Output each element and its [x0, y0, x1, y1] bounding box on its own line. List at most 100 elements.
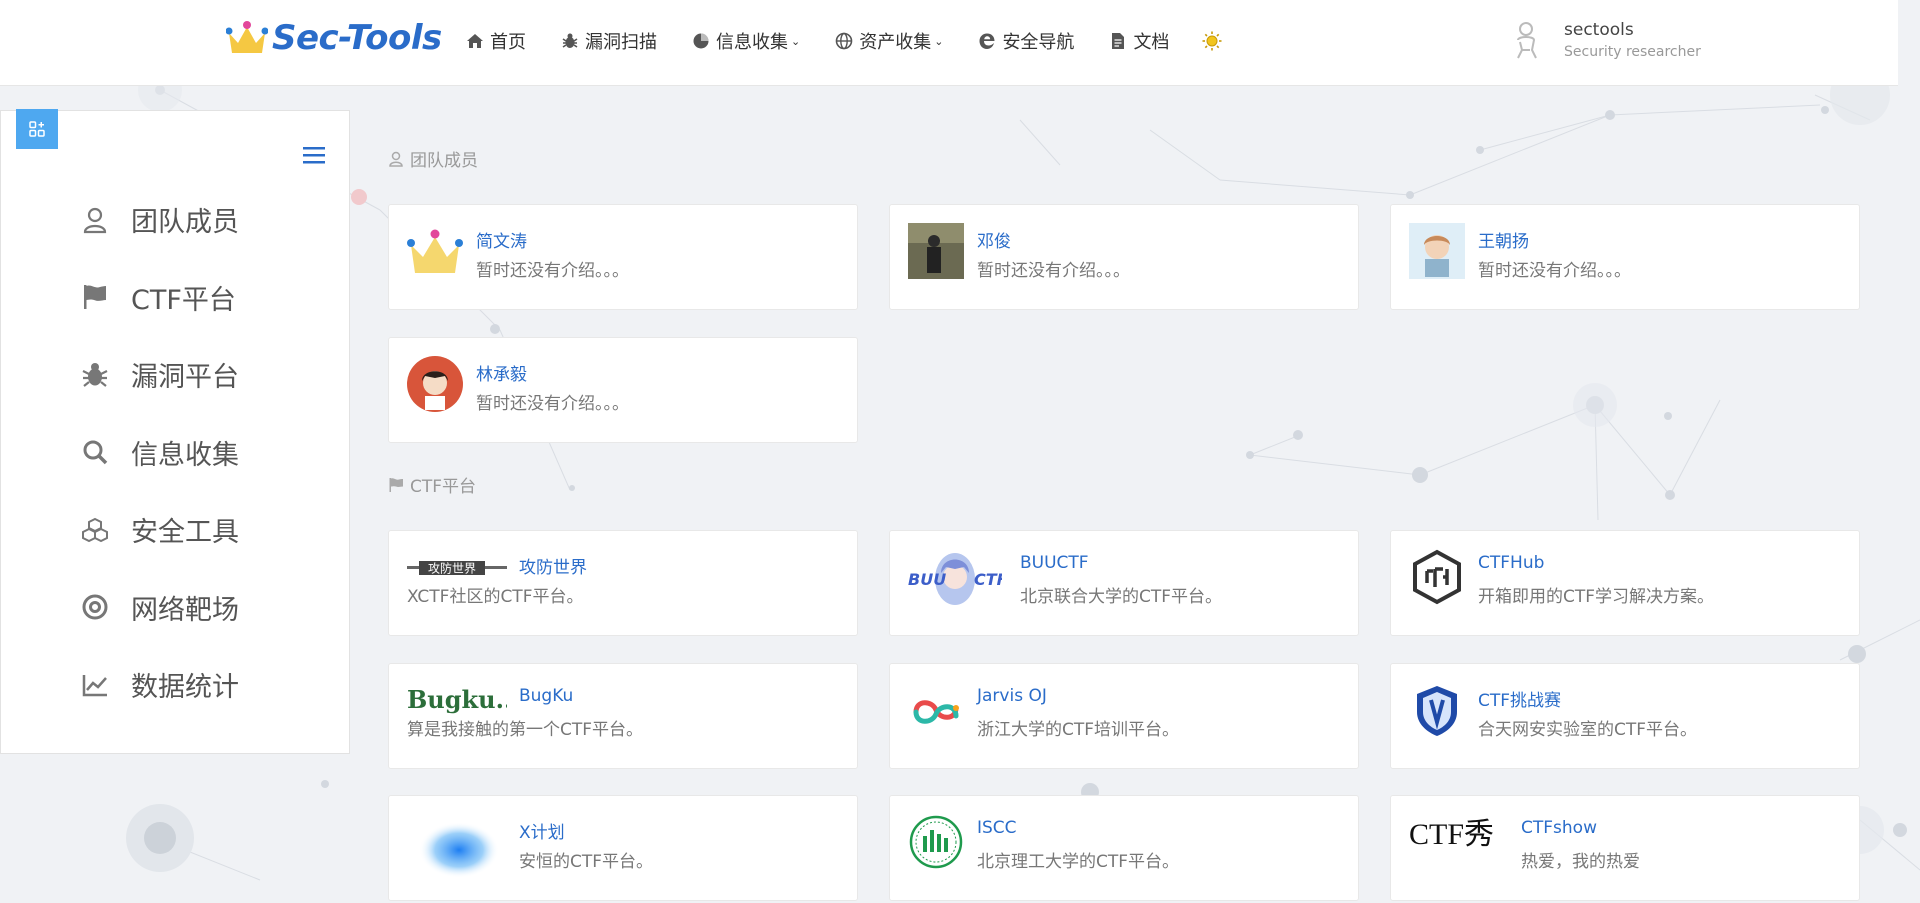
sidebar-item-label: 团队成员 [131, 207, 239, 239]
site-desc: 安恒的CTF平台。 [519, 852, 654, 872]
chevron-down-icon: ⌄ [791, 34, 801, 48]
sidebar-item-stats[interactable]: 数据统计 [81, 646, 239, 724]
search-icon [81, 438, 109, 466]
section-title-team: 团队成员 [388, 146, 478, 171]
bug-icon [81, 361, 109, 389]
bugku-logo: Bugku... [407, 685, 507, 714]
xctf-logo: 攻防世界 [407, 561, 507, 576]
sidebar-item-range[interactable]: 网络靶场 [81, 569, 239, 647]
member-desc: 暂时还没有介绍。。。 [476, 394, 629, 414]
member-name: 林承毅 [476, 365, 527, 385]
nav-info-gather[interactable]: 信息收集 ⌄ [692, 28, 800, 54]
nav-docs[interactable]: 文档 [1109, 28, 1169, 54]
user-name: sectools [1564, 20, 1634, 40]
theme-toggle[interactable] [1202, 31, 1222, 51]
section-title-ctf: CTF平台 [388, 472, 476, 497]
site-desc: 开箱即用的CTF学习解决方案。 [1478, 587, 1715, 607]
member-avatar [407, 229, 463, 273]
site-logo[interactable]: Sec-Tools [226, 16, 442, 60]
nav-asset-gather-label: 资产收集 [859, 32, 932, 53]
site-card[interactable]: ISCC 北京理工大学的CTF平台。 [889, 795, 1359, 901]
sidebar-item-label: 安全工具 [131, 517, 239, 549]
site-card[interactable]: Jarvis OJ 浙江大学的CTF培训平台。 [889, 663, 1359, 769]
chart-icon [81, 671, 109, 699]
cubes-icon [81, 516, 109, 544]
sidebar-menu: 团队成员 CTF平台 漏洞平台 信息收集 安全工具 网络靶场 数据统计 [81, 181, 239, 724]
site-desc: 算是我接触的第一个CTF平台。 [407, 720, 644, 740]
sidebar-item-team[interactable]: 团队成员 [81, 181, 239, 259]
member-name: 简文涛 [476, 232, 527, 252]
nav-home[interactable]: 首页 [466, 28, 526, 54]
main-nav: 首页 漏洞扫描 信息收集 ⌄ 资产收集 ⌄ 安全导航 文档 [466, 28, 1257, 54]
site-name: BugKu [519, 686, 574, 706]
user-profile[interactable]: sectools Security researcher [1510, 20, 1701, 60]
nav-security-nav-label: 安全导航 [1002, 32, 1075, 53]
site-card[interactable]: CTFHub 开箱即用的CTF学习解决方案。 [1390, 530, 1860, 636]
sidebar-item-label: 数据统计 [131, 672, 239, 704]
nav-asset-gather[interactable]: 资产收集 ⌄ [835, 28, 943, 54]
nav-vuln-scan-label: 漏洞扫描 [585, 32, 657, 53]
globe-pie-icon [692, 32, 710, 50]
member-card[interactable]: 王朝扬 暂时还没有介绍。。。 [1390, 204, 1860, 310]
menu-icon[interactable] [301, 144, 327, 166]
ctfshow-logo: CTF秀 [1409, 818, 1494, 851]
site-card[interactable]: X计划 安恒的CTF平台。 [388, 795, 858, 901]
site-desc: 热爱，我的热爱 [1521, 852, 1640, 872]
member-avatar [407, 356, 463, 412]
sun-icon [1202, 31, 1222, 51]
sidebar-item-label: 网络靶场 [131, 594, 239, 626]
logo-text: Sec-Tools [272, 18, 442, 58]
sidebar-apps-button[interactable] [16, 109, 58, 149]
section-title-text: 团队成员 [410, 151, 478, 171]
member-card[interactable]: 简文涛 暂时还没有介绍。。。 [388, 204, 858, 310]
nav-home-label: 首页 [490, 32, 526, 53]
site-card[interactable]: Bugku... BugKu 算是我接触的第一个CTF平台。 [388, 663, 858, 769]
crown-icon [226, 21, 268, 53]
target-icon [81, 593, 109, 621]
hetian-shield-logo [1417, 686, 1457, 736]
flag-icon [388, 477, 404, 493]
site-name: CTFshow [1521, 818, 1597, 838]
svg-text:CTF: CTF [974, 570, 1002, 589]
site-name: CTF挑战赛 [1478, 691, 1562, 711]
site-card[interactable]: CTF挑战赛 合天网安实验室的CTF平台。 [1390, 663, 1860, 769]
member-card[interactable]: 林承毅 暂时还没有介绍。。。 [388, 337, 858, 443]
member-avatar [1409, 223, 1465, 279]
chevron-down-icon: ⌄ [934, 34, 944, 48]
site-name: X计划 [519, 823, 565, 843]
svg-text:CTF秀: CTF秀 [1409, 818, 1494, 851]
bug-icon [561, 32, 579, 50]
site-desc: XCTF社区的CTF平台。 [407, 587, 584, 607]
site-desc: 浙江大学的CTF培训平台。 [977, 720, 1180, 740]
site-name: Jarvis OJ [977, 686, 1047, 706]
buuctf-logo: BUU CTF [908, 553, 1002, 605]
site-card[interactable]: CTF秀 CTFshow 热爱，我的热爱 [1390, 795, 1860, 901]
site-name: ISCC [977, 818, 1017, 838]
site-name: CTFHub [1478, 553, 1545, 573]
site-card[interactable]: 攻防世界 攻防世界 XCTF社区的CTF平台。 [388, 530, 858, 636]
member-desc: 暂时还没有介绍。。。 [1478, 261, 1631, 281]
member-desc: 暂时还没有介绍。。。 [476, 261, 629, 281]
avatar [1517, 22, 1537, 59]
nav-security-nav[interactable]: 安全导航 [978, 28, 1074, 54]
member-card[interactable]: 邓俊 暂时还没有介绍。。。 [889, 204, 1359, 310]
sidebar-item-info[interactable]: 信息收集 [81, 414, 239, 492]
sidebar-item-ctf[interactable]: CTF平台 [81, 259, 239, 337]
sidebar-item-vuln[interactable]: 漏洞平台 [81, 336, 239, 414]
iscc-logo [909, 815, 963, 869]
x-plan-logo [419, 822, 499, 878]
user-icon [388, 151, 404, 167]
section-title-text: CTF平台 [410, 477, 477, 497]
site-desc: 北京联合大学的CTF平台。 [1020, 587, 1223, 607]
document-icon [1109, 32, 1127, 50]
ctfhub-logo [1413, 549, 1461, 605]
nav-vuln-scan[interactable]: 漏洞扫描 [561, 28, 657, 54]
site-card[interactable]: BUU CTF BUUCTF 北京联合大学的CTF平台。 [889, 530, 1359, 636]
member-name: 邓俊 [977, 232, 1011, 252]
sidebar-item-tools[interactable]: 安全工具 [81, 491, 239, 569]
member-avatar [908, 223, 964, 279]
flag-icon [81, 283, 109, 311]
edge-icon [978, 32, 996, 50]
svg-text:Bugku...: Bugku... [407, 685, 507, 714]
sidebar: 团队成员 CTF平台 漏洞平台 信息收集 安全工具 网络靶场 数据统计 [0, 109, 350, 754]
